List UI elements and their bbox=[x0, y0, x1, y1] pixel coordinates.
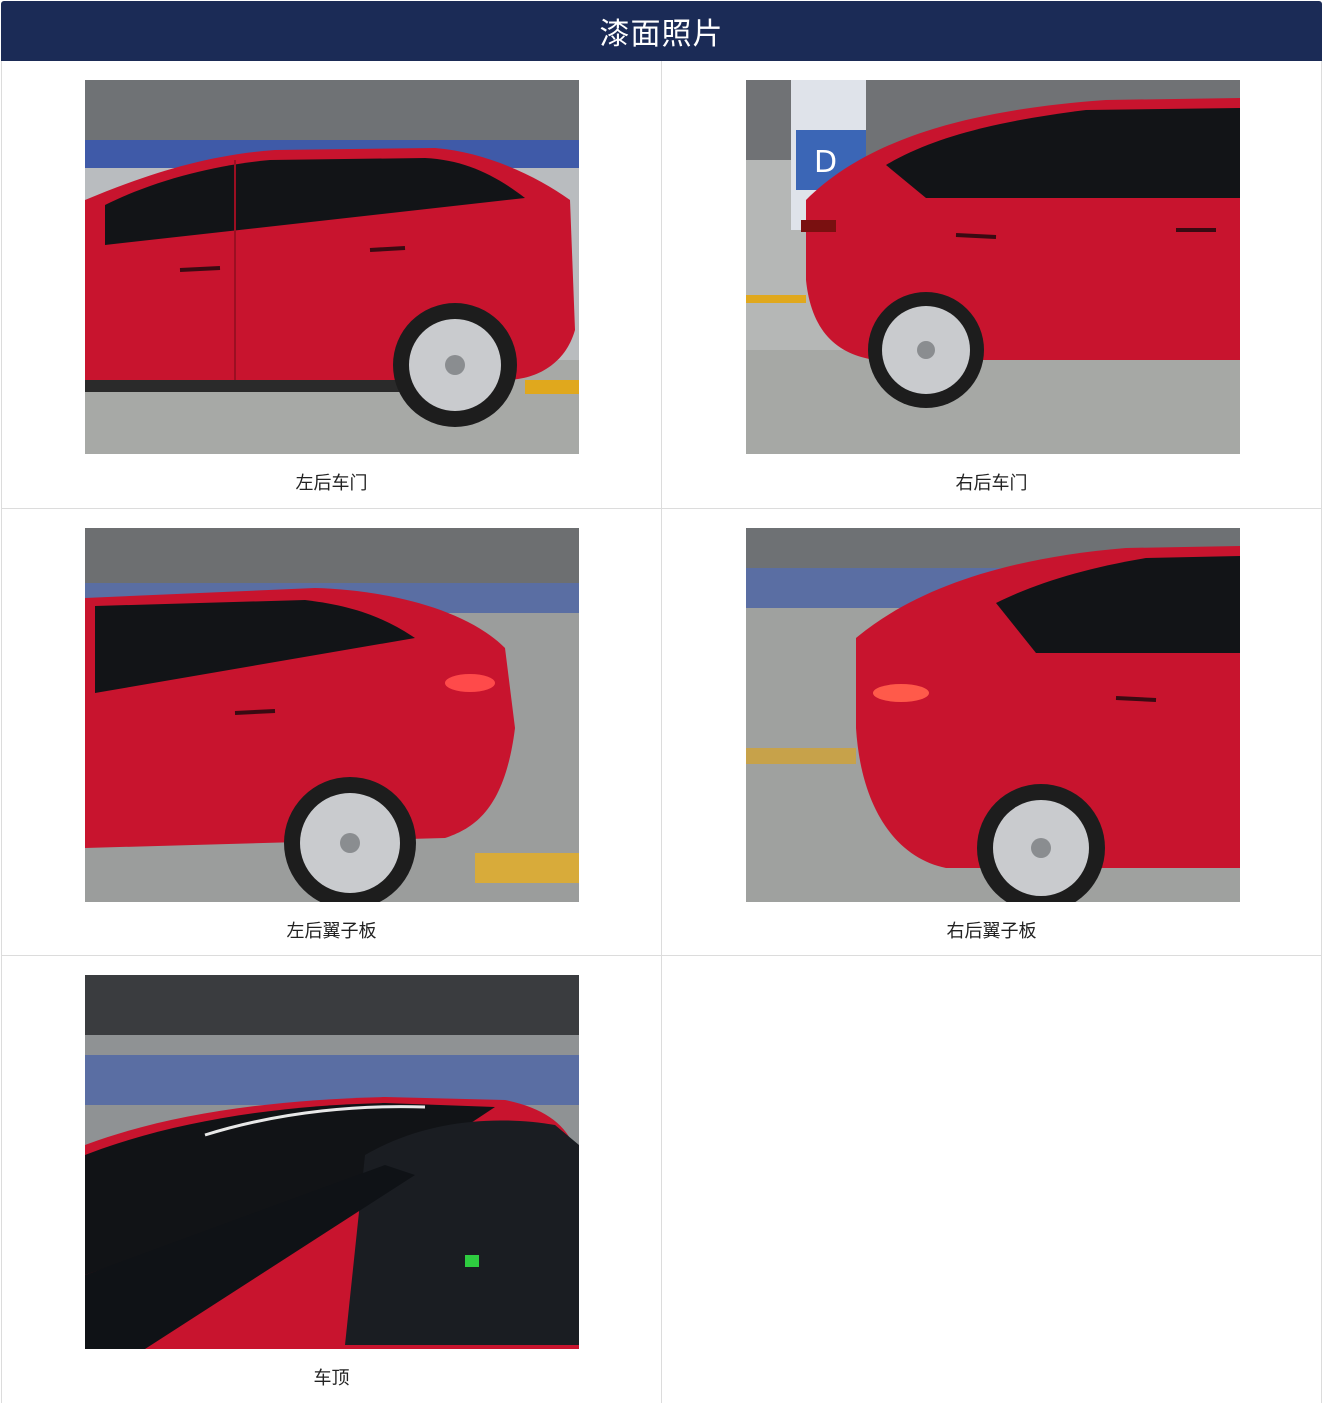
paint-photo-page: 漆面照片 左后车门 D 右后车门 左后翼子板 右后翼子板 车顶 bbox=[0, 0, 1323, 1403]
car-photo-image bbox=[85, 975, 579, 1349]
photo-cell-left-rear-fender: 左后翼子板 bbox=[2, 509, 662, 956]
photo-caption: 左后翼子板 bbox=[286, 921, 377, 942]
section-title: 漆面照片 bbox=[599, 17, 724, 52]
empty-cell bbox=[662, 956, 1321, 1403]
photo-cell-right-rear-door: D 右后车门 bbox=[662, 61, 1321, 509]
photo-grid: 左后车门 D 右后车门 左后翼子板 右后翼子板 车顶 bbox=[1, 61, 1322, 1403]
section-header: 漆面照片 bbox=[1, 1, 1322, 61]
photo-caption: 右后翼子板 bbox=[946, 921, 1037, 942]
photo-right-rear-fender[interactable] bbox=[746, 528, 1240, 902]
car-photo-image bbox=[85, 528, 579, 902]
car-photo-image bbox=[746, 528, 1240, 902]
photo-cell-roof: 车顶 bbox=[2, 956, 662, 1403]
photo-roof[interactable] bbox=[85, 975, 579, 1349]
photo-right-rear-door[interactable]: D bbox=[746, 80, 1240, 454]
photo-cell-left-rear-door: 左后车门 bbox=[2, 61, 662, 509]
photo-caption: 左后车门 bbox=[295, 473, 368, 494]
photo-caption: 车顶 bbox=[313, 1368, 350, 1389]
svg-text:D: D bbox=[814, 145, 837, 180]
photo-left-rear-fender[interactable] bbox=[85, 528, 579, 902]
car-photo-image bbox=[85, 80, 579, 454]
car-photo-image: D bbox=[746, 80, 1240, 454]
photo-cell-right-rear-fender: 右后翼子板 bbox=[662, 509, 1321, 956]
photo-caption: 右后车门 bbox=[955, 473, 1028, 494]
photo-left-rear-door[interactable] bbox=[85, 80, 579, 454]
